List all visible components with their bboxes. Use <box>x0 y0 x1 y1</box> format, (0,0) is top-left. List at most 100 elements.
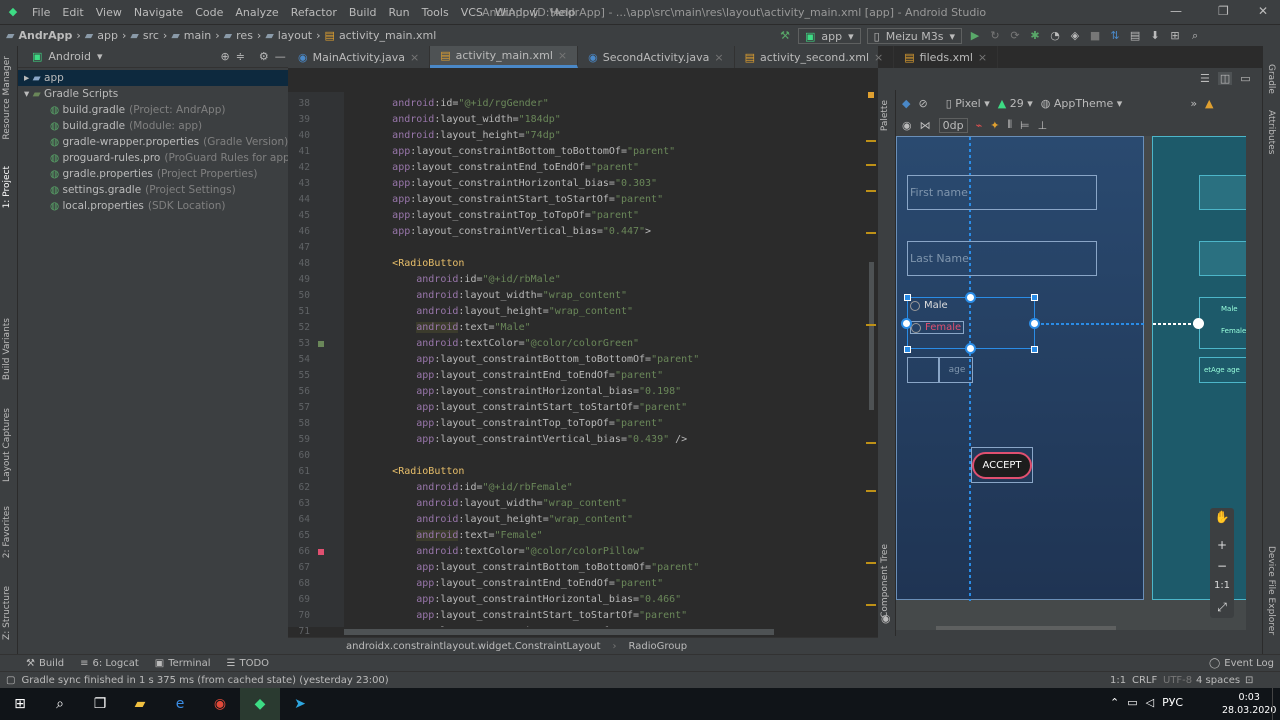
code-line[interactable]: app:layout_constraintBottom_toBottomOf="… <box>344 352 699 368</box>
menu-item-view[interactable]: View <box>90 6 128 19</box>
code-line[interactable]: android:layout_height="wrap_content" <box>344 304 633 320</box>
zoom-out-button[interactable]: − <box>1210 559 1234 573</box>
hammer-icon[interactable]: ⚒ <box>778 29 792 43</box>
code-line[interactable]: app:layout_constraintTop_toTopOf="parent… <box>344 208 639 224</box>
close-tab-icon[interactable]: × <box>714 51 723 64</box>
design-view-icon[interactable]: ▭ <box>1240 72 1250 85</box>
code-line[interactable]: app:layout_constraintEnd_toEndOf="parent… <box>344 368 663 384</box>
scroll-thumb[interactable] <box>344 629 774 635</box>
menu-item-file[interactable]: File <box>26 6 56 19</box>
accept-button[interactable]: ACCEPT <box>972 451 1032 479</box>
menu-item-build[interactable]: Build <box>343 6 383 19</box>
line-separator[interactable]: CRLF <box>1132 675 1157 686</box>
network-icon[interactable]: ▭ <box>1127 696 1137 709</box>
code-line[interactable]: <RadioButton <box>344 256 464 272</box>
hide-icon[interactable]: — <box>275 50 286 63</box>
code-line[interactable]: android:id="@+id/rbMale" <box>344 272 561 288</box>
code-line[interactable]: app:layout_constraintVertical_bias="0.43… <box>344 432 687 448</box>
todo-icon[interactable]: ☰ <box>227 658 236 669</box>
menu-item-analyze[interactable]: Analyze <box>229 6 284 19</box>
build-icon[interactable]: ⚒ <box>26 658 35 669</box>
code-line[interactable]: android:text="Female" <box>344 528 543 544</box>
radio-female[interactable]: Female <box>910 321 965 334</box>
close-tab-icon[interactable]: × <box>978 51 987 64</box>
split-view-icon[interactable]: ◫ <box>1217 72 1233 85</box>
default-margin[interactable]: 0dp <box>938 117 968 133</box>
code-line[interactable]: android:id="@+id/rbFemale" <box>344 480 573 496</box>
accept-button-frame[interactable]: ACCEPT <box>971 447 1033 483</box>
code-line[interactable]: app:layout_constraintTop_toTopOf="parent… <box>344 416 663 432</box>
close-tab-icon[interactable]: × <box>874 51 883 64</box>
guidelines-icon[interactable]: ⫴ <box>1007 118 1012 132</box>
more-icon[interactable]: » <box>1190 97 1197 110</box>
orientation-icon[interactable]: ⊘ <box>918 97 927 110</box>
code-editor[interactable]: android:id="@+id/rgGender" android:layou… <box>344 92 866 627</box>
terminal-icon[interactable]: ▣ <box>155 658 164 669</box>
code-line[interactable]: android:layout_height="74dp" <box>344 128 561 144</box>
warning-marker[interactable] <box>868 92 874 98</box>
tab-project[interactable]: 1: Project <box>2 166 12 208</box>
globe-icon[interactable]: ◉ <box>881 612 891 625</box>
code-line[interactable]: app:layout_constraintHorizontal_bias="0.… <box>344 592 681 608</box>
tab-logcat[interactable]: 6: Logcat <box>92 658 138 669</box>
tree-item[interactable]: ▾ ▰ Gradle Scripts <box>18 86 288 102</box>
eye-icon[interactable]: ◉ <box>902 119 912 132</box>
zoom-reset-button[interactable]: 1:1 <box>1210 580 1234 591</box>
run-config-select[interactable]: ▣ app ▾ <box>798 28 861 44</box>
code-line[interactable]: app:layout_constraintHorizontal_bias="0.… <box>344 384 681 400</box>
tray-clock[interactable]: 0:03 28.03.2020 <box>1222 691 1276 717</box>
constraint-handle-top[interactable] <box>965 292 976 303</box>
close-button[interactable]: ✕ <box>1258 4 1268 18</box>
menu-item-tools[interactable]: Tools <box>416 6 455 19</box>
minimize-button[interactable]: — <box>1170 4 1182 18</box>
breadcrumb-item[interactable]: RadioGroup <box>629 641 688 652</box>
breadcrumb-item[interactable]: layout <box>278 29 312 42</box>
age-field[interactable] <box>907 357 939 383</box>
run-icon[interactable]: ▶ <box>968 29 982 43</box>
gear-icon[interactable]: ⚙ <box>259 50 269 63</box>
rerun-icon[interactable]: ↻ <box>988 29 1002 43</box>
speaker-icon[interactable]: ◁ <box>1146 696 1154 709</box>
code-line[interactable]: android:layout_height="wrap_content" <box>344 512 633 528</box>
code-line[interactable]: app:layout_constraintVertical_bias="0.44… <box>344 224 651 240</box>
keyboard-language[interactable]: РУС <box>1162 696 1183 709</box>
constraint-handle-bottom[interactable] <box>965 343 976 354</box>
code-line[interactable]: app:layout_constraintStart_toStartOf="pa… <box>344 192 663 208</box>
tab-favorites[interactable]: 2: Favorites <box>2 506 12 558</box>
tab-activity-second-xml[interactable]: ▤ activity_second.xml × <box>735 46 895 68</box>
tab-mainactivity-java[interactable]: ◉ MainActivity.java × <box>288 46 431 68</box>
stop-icon[interactable]: ■ <box>1088 29 1102 43</box>
tab-todo[interactable]: TODO <box>239 658 269 669</box>
status-message[interactable]: Gradle sync finished in 1 s 375 ms (from… <box>21 675 388 686</box>
search-icon[interactable]: ⌕ <box>40 688 80 720</box>
edge-icon[interactable]: e <box>160 688 200 720</box>
tab-build-variants[interactable]: Build Variants <box>2 318 12 380</box>
tab-activity-main-xml[interactable]: ▤ activity_main.xml × <box>430 46 579 68</box>
file-encoding[interactable]: UTF-8 <box>1163 675 1192 686</box>
baseline-icon[interactable]: ⊥ <box>1038 119 1048 132</box>
code-line[interactable]: android:textColor="@color/colorGreen" <box>344 336 639 352</box>
close-tab-icon[interactable]: × <box>558 49 567 62</box>
tree-item[interactable]: ◍ proguard-rules.pro (ProGuard Rules for … <box>18 150 294 166</box>
design-preview[interactable]: First name Last Name Male Female age ACC… <box>896 136 1145 601</box>
code-line[interactable]: android:textColor="@color/colorPillow" <box>344 544 645 560</box>
caret-position[interactable]: 1:1 <box>1110 675 1126 686</box>
tab-secondactivity-java[interactable]: ◉ SecondActivity.java × <box>578 46 735 68</box>
debug-icon[interactable]: ✱ <box>1028 29 1042 43</box>
theme-dropdown[interactable]: ◍ AppTheme ▾ <box>1041 97 1123 110</box>
first-name-field[interactable]: First name <box>907 175 1097 210</box>
android-studio-taskbar-icon[interactable]: ◆ <box>240 688 280 720</box>
locate-icon[interactable]: ⊕ <box>220 50 229 63</box>
clear-constraints-icon[interactable]: ⌁ <box>976 119 983 132</box>
breadcrumb-item[interactable]: AndrApp <box>18 29 72 42</box>
design-canvas[interactable]: First name Last Name Male Female age ACC… <box>896 136 1246 630</box>
editor-horizontal-scrollbar[interactable] <box>344 627 878 637</box>
tab-component-tree[interactable]: Component Tree <box>880 544 890 618</box>
event-log-icon[interactable]: ◯ <box>1209 658 1220 669</box>
tab-resource-manager[interactable]: Resource Manager <box>2 56 12 140</box>
code-line[interactable]: app:layout_constraintStart_toStartOf="pa… <box>344 608 687 624</box>
tab-terminal[interactable]: Terminal <box>168 658 210 669</box>
last-name-field[interactable]: Last Name <box>907 241 1097 276</box>
code-view-icon[interactable]: ☰ <box>1200 72 1210 85</box>
sdk-manager-icon[interactable]: ⬇ <box>1148 29 1162 43</box>
